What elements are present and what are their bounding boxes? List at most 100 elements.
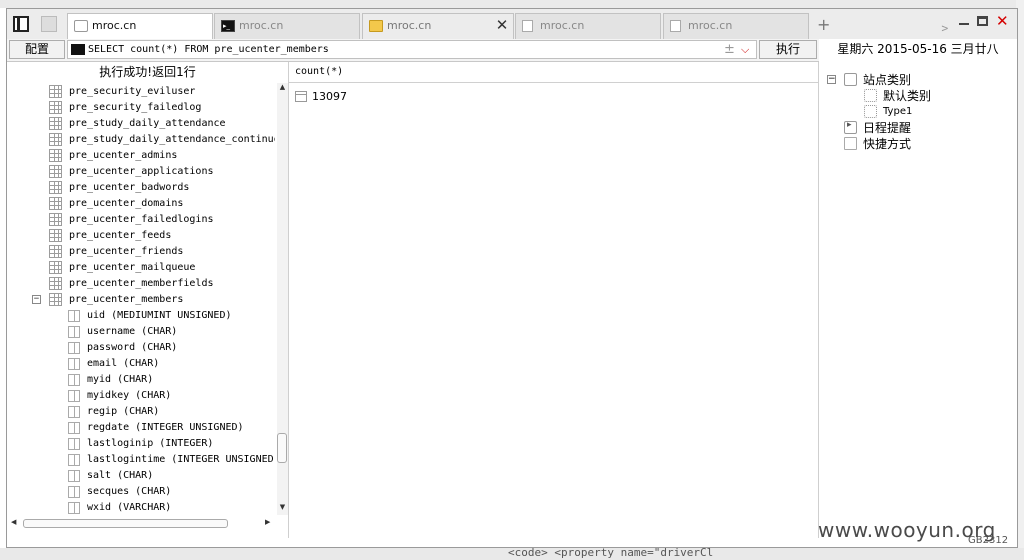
minimize-icon[interactable]: [959, 15, 969, 27]
tree-item-column[interactable]: regdate (INTEGER UNSIGNED): [7, 420, 275, 436]
column-icon: [68, 422, 80, 434]
close-tab-icon[interactable]: ✕: [495, 18, 509, 33]
table-icon: [49, 133, 62, 146]
tree-item-column[interactable]: lastlogintime (INTEGER UNSIGNED): [7, 452, 275, 468]
tab-3[interactable]: mroc.cn ✕: [362, 13, 514, 39]
tree-item-label: salt (CHAR): [87, 470, 154, 481]
column-icon: [68, 390, 80, 402]
tree-item-table[interactable]: pre_ucenter_applications: [7, 164, 275, 180]
sql-query-input[interactable]: [88, 41, 708, 58]
terminal-icon: [221, 14, 235, 38]
table-icon: [49, 213, 62, 226]
hand-icon: [844, 137, 857, 150]
table-icon: [49, 197, 62, 210]
schema-tree: pre_security_eviluser pre_security_failed…: [7, 83, 275, 515]
column-icon: [68, 358, 80, 370]
tree-item-column[interactable]: username (CHAR): [7, 324, 275, 340]
tree-item-label: pre_ucenter_friends: [69, 246, 184, 257]
tree-item-column[interactable]: secques (CHAR): [7, 484, 275, 500]
tab-bar: mroc.cn mroc.cn mroc.cn ✕ mroc.cn mroc.c…: [7, 9, 1017, 40]
category-icon: [864, 89, 877, 102]
tree-item-label: pre_security_eviluser: [69, 86, 196, 97]
document-icon: [522, 20, 533, 32]
table-icon: [49, 261, 62, 274]
tree-item-column[interactable]: wxid (VARCHAR): [7, 500, 275, 515]
config-button[interactable]: 配置: [9, 40, 65, 59]
tree-item-label: pre_ucenter_failedlogins: [69, 214, 214, 225]
chevron-down-icon[interactable]: ⌵: [741, 41, 749, 58]
tree-item-table[interactable]: pre_ucenter_feeds: [7, 228, 275, 244]
table-icon: [49, 149, 62, 162]
tree-item-table[interactable]: pre_security_eviluser: [7, 84, 275, 100]
scroll-right-icon[interactable]: ▶: [265, 518, 270, 526]
tree-item-table[interactable]: pre_ucenter_friends: [7, 244, 275, 260]
tree-item-label: email (CHAR): [87, 358, 160, 369]
tree-item-table[interactable]: pre_study_daily_attendance: [7, 116, 275, 132]
tree-item-label: 默认类别: [883, 89, 932, 103]
add-tab-icon[interactable]: +: [817, 15, 830, 34]
tree-item-label: pre_ucenter_admins: [69, 150, 178, 161]
tree-item-label: pre_ucenter_domains: [69, 198, 184, 209]
scroll-thumb[interactable]: [277, 433, 287, 463]
table-icon: [49, 181, 62, 194]
close-window-icon[interactable]: ✕: [996, 12, 1009, 30]
sidebar-panel: 星期六 2015-05-16 三月廿八 − 站点类别 默认类别 Type1 日程…: [819, 39, 1017, 538]
category-icon: [844, 73, 857, 86]
tree-item-table[interactable]: pre_ucenter_mailqueue: [7, 260, 275, 276]
status-message: 执行成功!返回1行: [99, 65, 196, 79]
horizontal-scrollbar[interactable]: ◀ ▶: [11, 518, 273, 530]
tree-item-label: 日程提醒: [863, 121, 912, 135]
tree-item-column[interactable]: email (CHAR): [7, 356, 275, 372]
tree-item-column[interactable]: password (CHAR): [7, 340, 275, 356]
tab-2[interactable]: mroc.cn: [214, 13, 360, 39]
tree-item-column[interactable]: salt (CHAR): [7, 468, 275, 484]
result-panel: count(*) 13097: [289, 62, 819, 538]
tree-item-column[interactable]: regip (CHAR): [7, 404, 275, 420]
vertical-scrollbar[interactable]: ▲ ▼: [277, 83, 288, 515]
result-column-header[interactable]: count(*): [295, 62, 343, 82]
tree-item-column[interactable]: myid (CHAR): [7, 372, 275, 388]
pin-icon[interactable]: ±: [724, 41, 735, 58]
scroll-down-icon[interactable]: ▼: [277, 503, 288, 511]
schema-tree-panel: 执行成功!返回1行 pre_security_eviluser pre_secur…: [7, 62, 289, 538]
tab-4[interactable]: mroc.cn: [515, 13, 661, 39]
tree-item-label: pre_ucenter_members: [69, 294, 184, 305]
tree-item-column[interactable]: myidkey (CHAR): [7, 388, 275, 404]
tab-1[interactable]: mroc.cn: [67, 13, 213, 40]
chevron-right-icon[interactable]: ﹥: [937, 13, 953, 37]
tree-item-table[interactable]: pre_ucenter_admins: [7, 148, 275, 164]
column-icon: [68, 454, 80, 466]
scroll-left-icon[interactable]: ◀: [11, 518, 16, 526]
tab-label: mroc.cn: [688, 19, 733, 32]
tree-item-column[interactable]: uid (MEDIUMINT UNSIGNED): [7, 308, 275, 324]
scroll-thumb[interactable]: [23, 519, 228, 528]
tree-item-label: pre_study_daily_attendance_continuous: [69, 134, 275, 145]
tree-item-table[interactable]: pre_ucenter_domains: [7, 196, 275, 212]
document-icon: [670, 20, 681, 32]
tab-5[interactable]: mroc.cn: [663, 13, 809, 39]
tree-item-column[interactable]: lastloginip (INTEGER): [7, 436, 275, 452]
tree-item-table[interactable]: pre_ucenter_badwords: [7, 180, 275, 196]
query-toolbar: 配置 ± ⌵ 执行: [7, 39, 819, 62]
tree-item-table[interactable]: pre_ucenter_memberfields: [7, 276, 275, 292]
maximize-icon[interactable]: [977, 16, 988, 26]
tree-item-label: lastloginip (INTEGER): [87, 438, 214, 449]
query-box: ± ⌵: [67, 40, 757, 59]
tree-item-table-expanded[interactable]: − pre_ucenter_members: [7, 292, 275, 308]
tree-item-table[interactable]: pre_study_daily_attendance_continuous: [7, 132, 275, 148]
column-icon: [68, 438, 80, 450]
background-strip-top: [0, 0, 1024, 8]
toggle-sidebar-button[interactable]: [13, 16, 29, 32]
scroll-up-icon[interactable]: ▲: [277, 83, 288, 91]
column-icon: [68, 486, 80, 498]
collapse-icon[interactable]: −: [32, 295, 41, 304]
collapse-icon[interactable]: −: [827, 75, 836, 84]
execute-button[interactable]: 执行: [759, 40, 817, 59]
table-icon: [49, 293, 62, 306]
tab-list-button[interactable]: [41, 16, 57, 32]
tree-item-table[interactable]: pre_ucenter_failedlogins: [7, 212, 275, 228]
tree-item-label: secques (CHAR): [87, 486, 172, 497]
schedule-icon: [844, 120, 857, 134]
terminal-icon: [71, 44, 85, 55]
tree-item-table[interactable]: pre_security_failedlog: [7, 100, 275, 116]
